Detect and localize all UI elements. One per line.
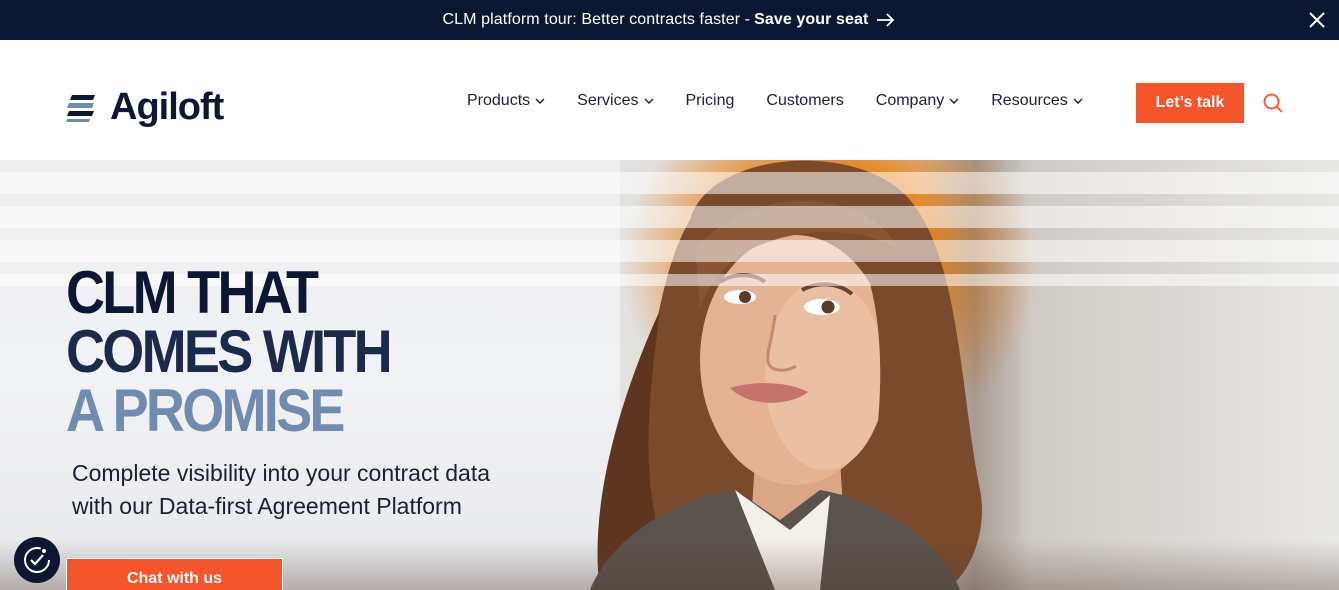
hero-stripe — [0, 172, 1339, 194]
announcement-text: CLM platform tour: Better contracts fast… — [442, 11, 751, 28]
announcement-cta[interactable]: Save your seat — [754, 11, 868, 29]
announcement-link[interactable]: CLM platform tour: Better contracts fast… — [443, 11, 897, 29]
announcement-bar: CLM platform tour: Better contracts fast… — [0, 0, 1339, 40]
arrow-right-icon — [877, 13, 895, 27]
chat-with-us-button[interactable]: Chat with us — [66, 558, 283, 590]
nav-pricing[interactable]: Pricing — [686, 92, 735, 110]
hero-section: CLM THAT COMES WITH A PROMISE Complete v… — [0, 160, 1339, 590]
main-nav: Products Services Pricing Customers Comp… — [467, 92, 1115, 110]
logo-text: Agiloft — [110, 86, 224, 128]
nav-label: Pricing — [685, 92, 735, 109]
logo-mark-icon — [66, 95, 95, 122]
nav-label: Customers — [766, 92, 844, 109]
nav-customers[interactable]: Customers — [766, 92, 843, 110]
search-icon[interactable] — [1263, 93, 1283, 113]
nav-label: Company — [875, 92, 945, 109]
chevron-down-icon — [535, 98, 545, 104]
close-announcement-button[interactable] — [1303, 6, 1331, 34]
nav-label: Products — [467, 92, 531, 109]
chevron-down-icon — [949, 98, 959, 104]
chevron-down-icon — [1073, 98, 1083, 104]
subhead-line-2: with our Data-first Agreement Platform — [72, 493, 462, 519]
cookie-consent-button[interactable] — [14, 537, 60, 583]
nav-services[interactable]: Services — [577, 92, 653, 110]
nav-label: Resources — [991, 92, 1068, 109]
logo[interactable]: Agiloft — [66, 86, 224, 128]
nav-resources[interactable]: Resources — [991, 92, 1083, 110]
nav-company[interactable]: Company — [876, 92, 959, 110]
hero-subheadline: Complete visibility into your contract d… — [72, 457, 592, 523]
hero-stripe — [0, 206, 1339, 228]
lets-talk-button[interactable]: Let’s talk — [1136, 83, 1244, 123]
nav-label: Services — [577, 92, 639, 109]
headline-line-2: COMES WITH — [66, 318, 393, 385]
nav-products[interactable]: Products — [467, 92, 545, 110]
cookie-consent-icon — [24, 547, 50, 573]
subhead-line-1: Complete visibility into your contract d… — [72, 460, 491, 486]
headline-line-1: CLM THAT — [66, 259, 319, 326]
site-header: Agiloft Products Services Pricing Custom… — [0, 40, 1339, 160]
chevron-down-icon — [644, 98, 653, 104]
hero-headline: CLM THAT COMES WITH A PROMISE — [66, 259, 393, 444]
headline-line-3: A PROMISE — [66, 377, 345, 444]
close-icon — [1309, 12, 1325, 28]
